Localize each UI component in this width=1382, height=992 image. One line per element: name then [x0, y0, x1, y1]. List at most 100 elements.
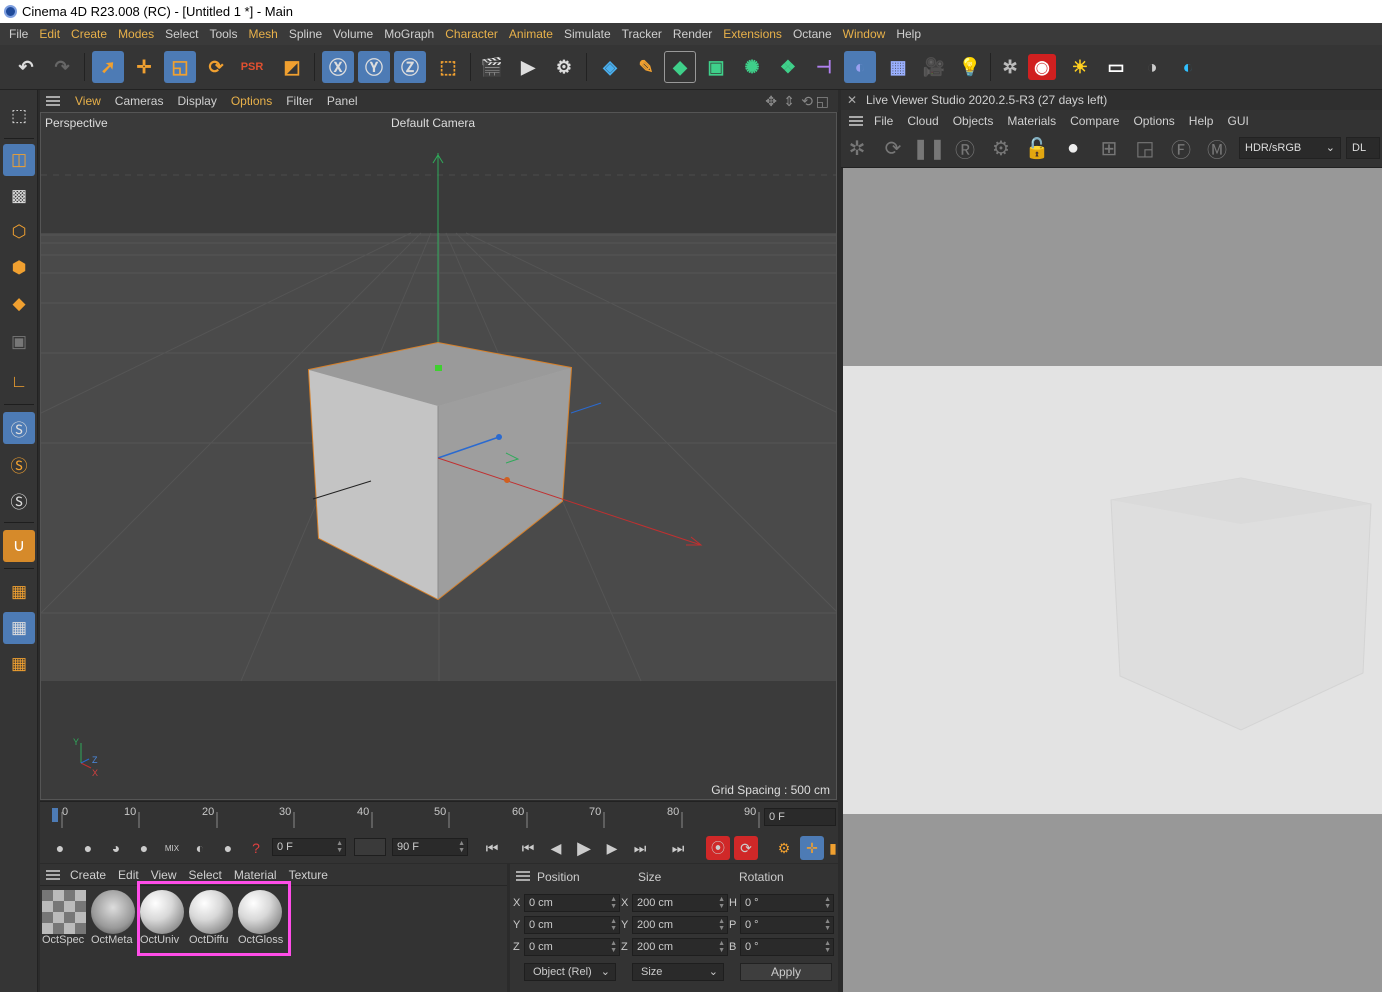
close-icon[interactable]: ✕: [847, 90, 857, 110]
points-mode-icon[interactable]: ⬡: [3, 216, 35, 248]
goto-end-icon[interactable]: ⏭: [666, 836, 690, 860]
goto-previous-key-icon[interactable]: ⏮: [516, 836, 540, 860]
redo-icon[interactable]: ↷: [46, 51, 78, 83]
solo-off-icon[interactable]: Ⓢ: [3, 412, 35, 444]
light-icon[interactable]: 💡: [954, 51, 986, 83]
position-z-field[interactable]: 0 cm ▲ ▼: [524, 938, 620, 956]
material-preview-icon[interactable]: ◐: [188, 836, 212, 860]
lv-menu-gui[interactable]: GUI: [1220, 114, 1255, 128]
axis-mode-icon[interactable]: ∟: [3, 366, 35, 398]
position-y-field[interactable]: 0 cm ▲ ▼: [524, 916, 620, 934]
lv-menu-cloud[interactable]: Cloud: [900, 114, 945, 128]
rotation-p-field[interactable]: 0 ° ▲ ▼: [740, 916, 834, 934]
menu-spline[interactable]: Spline: [283, 27, 327, 41]
pen-tool-icon[interactable]: ✎: [630, 51, 662, 83]
psr-tool-icon[interactable]: PSR: [236, 51, 268, 83]
previous-frame-icon[interactable]: ◀: [544, 836, 568, 860]
lv-send-scene-icon[interactable]: ✲: [843, 134, 871, 162]
menu-render[interactable]: Render: [667, 27, 717, 41]
material-preview-icon[interactable]: ●: [216, 836, 240, 860]
lv-menu-materials[interactable]: Materials: [1000, 114, 1063, 128]
render-view-icon[interactable]: 🎬: [476, 51, 508, 83]
lv-menu-objects[interactable]: Objects: [946, 114, 1001, 128]
viewport-menu-options[interactable]: Options: [224, 94, 279, 108]
lv-add-region-icon[interactable]: ⊞: [1095, 134, 1123, 162]
preview-start-field[interactable]: 0 F ▲ ▼: [272, 838, 346, 856]
mat-menu-texture[interactable]: Texture: [283, 868, 334, 882]
play-icon[interactable]: ▶: [572, 836, 596, 860]
preview-end-field[interactable]: 90 F ▲ ▼: [392, 838, 468, 856]
undo-icon[interactable]: ↶: [10, 51, 42, 83]
lv-mode-dropdown[interactable]: DL: [1346, 137, 1380, 159]
lv-material-picker-icon[interactable]: Ⓜ: [1203, 134, 1231, 162]
lv-region-render-icon[interactable]: Ⓡ: [951, 134, 979, 162]
preview-range-slider[interactable]: [354, 838, 386, 856]
material-preview-icon[interactable]: ●: [132, 836, 156, 860]
lv-restart-icon[interactable]: ⟳: [879, 134, 907, 162]
camera-icon[interactable]: 🎥: [918, 51, 950, 83]
active-camera-label[interactable]: Default Camera: [391, 116, 475, 130]
scale-tool-icon[interactable]: ◱: [164, 51, 196, 83]
mat-menu-edit[interactable]: Edit: [112, 868, 145, 882]
live-viewer-hamburger-icon[interactable]: [849, 116, 863, 126]
rotation-h-field[interactable]: 0 ° ▲ ▼: [740, 894, 834, 912]
mat-menu-create[interactable]: Create: [64, 868, 112, 882]
menu-volume[interactable]: Volume: [327, 27, 378, 41]
solo-hierarchy-icon[interactable]: Ⓢ: [3, 484, 35, 516]
material-preview-icon[interactable]: ●: [48, 836, 72, 860]
viewport-maximize-icon[interactable]: ◱: [809, 93, 836, 110]
position-key-icon[interactable]: ✛: [800, 836, 824, 860]
material-hamburger-icon[interactable]: [46, 870, 60, 880]
menu-mesh[interactable]: Mesh: [242, 27, 282, 41]
menu-window[interactable]: Window: [837, 27, 891, 41]
menu-mograph[interactable]: MoGraph: [378, 27, 439, 41]
octane-hdri-icon[interactable]: ◑: [1136, 51, 1168, 83]
menu-select[interactable]: Select: [159, 27, 203, 41]
menu-character[interactable]: Character: [439, 27, 503, 41]
viewport-menu-view[interactable]: View: [68, 94, 108, 108]
menu-extensions[interactable]: Extensions: [717, 27, 787, 41]
floor-icon[interactable]: ▦: [882, 51, 914, 83]
render-picture-viewer-icon[interactable]: ▶: [512, 51, 544, 83]
menu-edit[interactable]: Edit: [33, 27, 65, 41]
lv-menu-file[interactable]: File: [867, 114, 900, 128]
viewport-menu-panel[interactable]: Panel: [320, 94, 365, 108]
menu-help[interactable]: Help: [890, 27, 926, 41]
field-icon[interactable]: ◐: [844, 51, 876, 83]
material-thumbnail[interactable]: OctMeta: [91, 890, 137, 948]
apply-button[interactable]: Apply: [740, 963, 832, 981]
lv-film-region-icon[interactable]: ◲: [1131, 134, 1159, 162]
lv-clay-mode-icon[interactable]: ●: [1059, 134, 1087, 162]
coordinate-mode-dropdown[interactable]: Object (Rel) ⌄: [524, 963, 616, 981]
octane-camera-icon[interactable]: ◉: [1028, 54, 1056, 80]
rotate-tool-icon[interactable]: ⟳: [200, 51, 232, 83]
menu-animate[interactable]: Animate: [503, 27, 558, 41]
uv-mode-icon[interactable]: ▣: [3, 326, 35, 358]
select-tool-icon[interactable]: ➚: [92, 51, 124, 83]
octane-arealight-icon[interactable]: ▭: [1100, 51, 1132, 83]
snap-icon[interactable]: ∪: [3, 530, 35, 562]
extrude-icon[interactable]: ▣: [700, 51, 732, 83]
locked-workplane-icon[interactable]: ▦: [3, 612, 35, 644]
lv-menu-options[interactable]: Options: [1126, 114, 1181, 128]
lv-color-mode-dropdown[interactable]: HDR/sRGB ⌄: [1239, 137, 1341, 159]
live-viewer-render[interactable]: [843, 168, 1382, 992]
rotation-b-field[interactable]: 0 ° ▲ ▼: [740, 938, 834, 956]
autokey-icon[interactable]: ⟳: [734, 836, 758, 860]
viewport-hamburger-icon[interactable]: [46, 96, 60, 106]
y-axis-lock-icon[interactable]: Ⓨ: [358, 51, 390, 83]
position-x-field[interactable]: 0 cm ▲ ▼: [524, 894, 620, 912]
deformer-icon[interactable]: ⊣: [808, 51, 840, 83]
mat-menu-select[interactable]: Select: [183, 868, 228, 882]
lv-settings-icon[interactable]: ⚙: [987, 134, 1015, 162]
help-icon[interactable]: ?: [244, 836, 268, 860]
goto-start-icon[interactable]: ⏮: [480, 836, 504, 860]
edges-mode-icon[interactable]: ⬢: [3, 252, 35, 284]
cube-object-icon[interactable]: ◈: [594, 51, 626, 83]
lv-menu-compare[interactable]: Compare: [1063, 114, 1126, 128]
size-y-field[interactable]: 200 cm ▲ ▼: [632, 916, 728, 934]
menu-simulate[interactable]: Simulate: [558, 27, 616, 41]
goto-next-key-icon[interactable]: ⏭: [628, 836, 652, 860]
mat-menu-material[interactable]: Material: [228, 868, 283, 882]
next-frame-icon[interactable]: ▶: [600, 836, 624, 860]
